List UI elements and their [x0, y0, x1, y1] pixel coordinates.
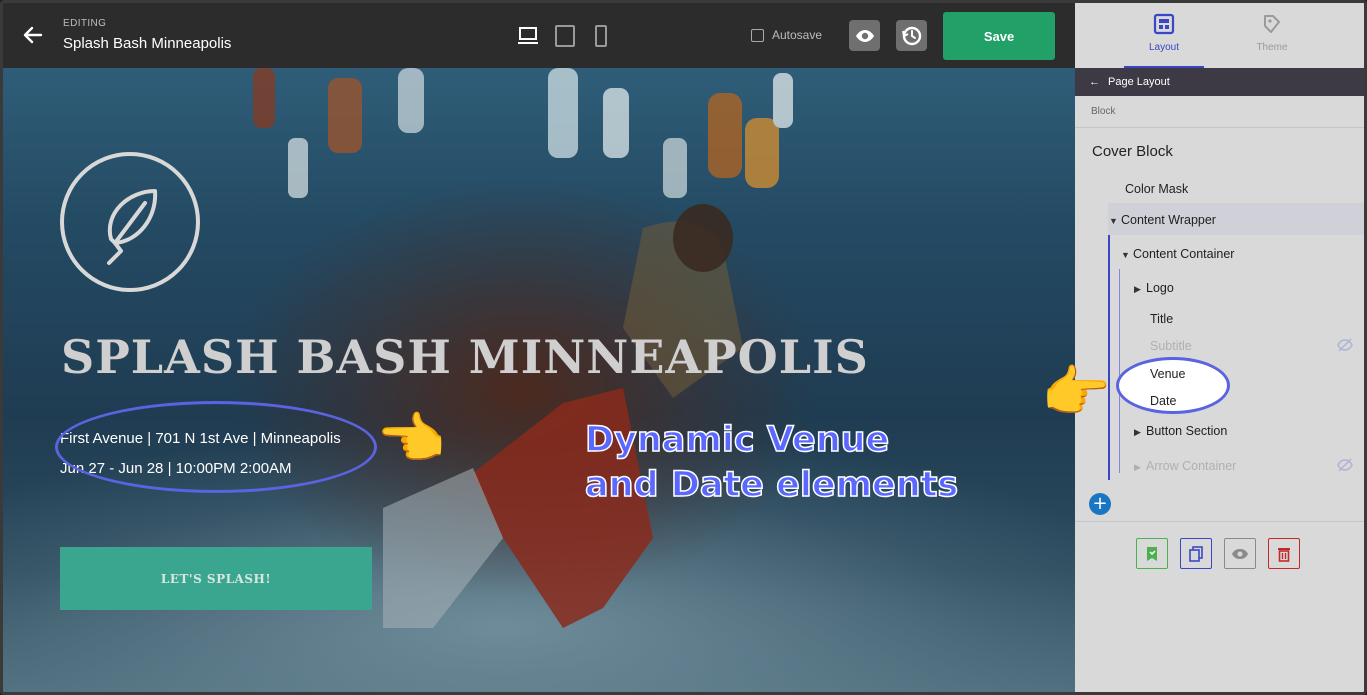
tree-item-venue[interactable]: Venue — [1150, 367, 1185, 381]
caret-right-icon: ▶ — [1134, 427, 1141, 437]
tablet-view-icon[interactable] — [554, 25, 576, 47]
back-arrow-icon[interactable] — [21, 23, 45, 47]
tree-item-label: Content Container — [1133, 247, 1235, 261]
desktop-view-icon[interactable] — [517, 25, 539, 47]
panel-tabs: Layout Theme — [1075, 3, 1364, 68]
caret-right-icon: ▶ — [1134, 462, 1141, 472]
tab-layout-label: Layout — [1148, 42, 1180, 53]
annotation-line-1: Dynamic Venue — [584, 419, 890, 461]
tree-guide-line — [1108, 235, 1110, 480]
back-small-arrow-icon: ← — [1089, 76, 1100, 88]
tree-item-content-wrapper[interactable]: ▼ Content Wrapper — [1109, 213, 1216, 227]
save-button[interactable]: Save — [943, 12, 1055, 60]
tab-theme[interactable]: Theme — [1237, 13, 1307, 53]
tree-item-color-mask[interactable]: Color Mask — [1125, 182, 1188, 196]
history-icon — [901, 26, 921, 45]
visibility-button[interactable] — [1224, 538, 1256, 569]
tab-theme-label: Theme — [1256, 42, 1288, 53]
app-window: EDITING Splash Bash Minneapolis Autosave — [0, 0, 1367, 695]
hidden-eye-icon[interactable] — [1337, 457, 1353, 473]
tree-item-button-section[interactable]: ▶ Button Section — [1134, 424, 1227, 438]
autosave-toggle[interactable]: Autosave — [751, 28, 822, 42]
divider — [1075, 127, 1364, 128]
caret-down-icon: ▼ — [1109, 216, 1118, 226]
history-button[interactable] — [896, 20, 927, 51]
pointing-hand-icon: 👈 — [376, 407, 446, 472]
tree-item-content-container[interactable]: ▼ Content Container — [1121, 247, 1234, 261]
tab-layout[interactable]: Layout — [1129, 13, 1199, 53]
tree-item-arrow-container[interactable]: ▶ Arrow Container — [1134, 459, 1236, 473]
hero-title[interactable]: SPLASH BASH MINNEAPOLIS — [61, 330, 869, 384]
cta-button[interactable]: LET'S SPLASH! — [60, 547, 372, 610]
tree-item-label: Arrow Container — [1146, 459, 1237, 473]
tree-item-subtitle[interactable]: Subtitle — [1150, 339, 1192, 353]
breadcrumb-label: Page Layout — [1108, 76, 1170, 88]
add-element-button[interactable]: + — [1089, 493, 1111, 515]
copy-icon — [1189, 545, 1203, 562]
autosave-checkbox[interactable] — [751, 28, 764, 42]
eye-icon — [1232, 548, 1248, 559]
bookmark-button[interactable] — [1136, 538, 1168, 569]
preview-button[interactable] — [849, 20, 880, 51]
tree-item-label: Content Wrapper — [1121, 213, 1216, 227]
tree-item-date[interactable]: Date — [1150, 394, 1176, 408]
delete-button[interactable] — [1268, 538, 1300, 569]
pointing-hand-icon: 👉 — [1041, 360, 1111, 425]
tree-item-logo[interactable]: ▶ Logo — [1134, 281, 1174, 295]
annotation-line-2: and Date elements — [584, 464, 959, 506]
caret-right-icon: ▶ — [1134, 284, 1141, 294]
tree-guide-line — [1119, 269, 1120, 473]
annotation-callout: Dynamic Venue and Date elements — [584, 418, 959, 508]
editing-label: EDITING — [63, 18, 107, 29]
layout-panel: Layout Theme ← Page Layout Block Cover B… — [1075, 3, 1364, 692]
breadcrumb[interactable]: ← Page Layout — [1075, 68, 1364, 96]
hidden-eye-icon[interactable] — [1337, 337, 1353, 353]
caret-down-icon: ▼ — [1121, 250, 1130, 260]
page-preview-canvas: SPLASH BASH MINNEAPOLIS First Avenue | 7… — [3, 68, 1075, 692]
autosave-label: Autosave — [772, 28, 823, 42]
bookmark-icon — [1147, 546, 1157, 561]
eye-icon — [855, 29, 874, 42]
tree-item-label: Logo — [1146, 281, 1174, 295]
layout-icon — [1153, 13, 1175, 35]
divider — [1075, 521, 1364, 522]
block-section-label: Block — [1091, 106, 1116, 117]
annotation-highlight-oval — [55, 401, 377, 493]
page-name: Splash Bash Minneapolis — [63, 35, 232, 52]
trash-icon — [1278, 547, 1290, 562]
brand-logo-leaf-icon — [60, 152, 200, 292]
mobile-view-icon[interactable] — [590, 25, 612, 47]
editor-toolbar: EDITING Splash Bash Minneapolis Autosave — [3, 3, 1075, 68]
block-name: Cover Block — [1092, 143, 1173, 160]
duplicate-button[interactable] — [1180, 538, 1212, 569]
tree-item-label: Button Section — [1146, 424, 1228, 438]
tree-item-title[interactable]: Title — [1150, 312, 1173, 326]
theme-icon — [1264, 15, 1280, 33]
